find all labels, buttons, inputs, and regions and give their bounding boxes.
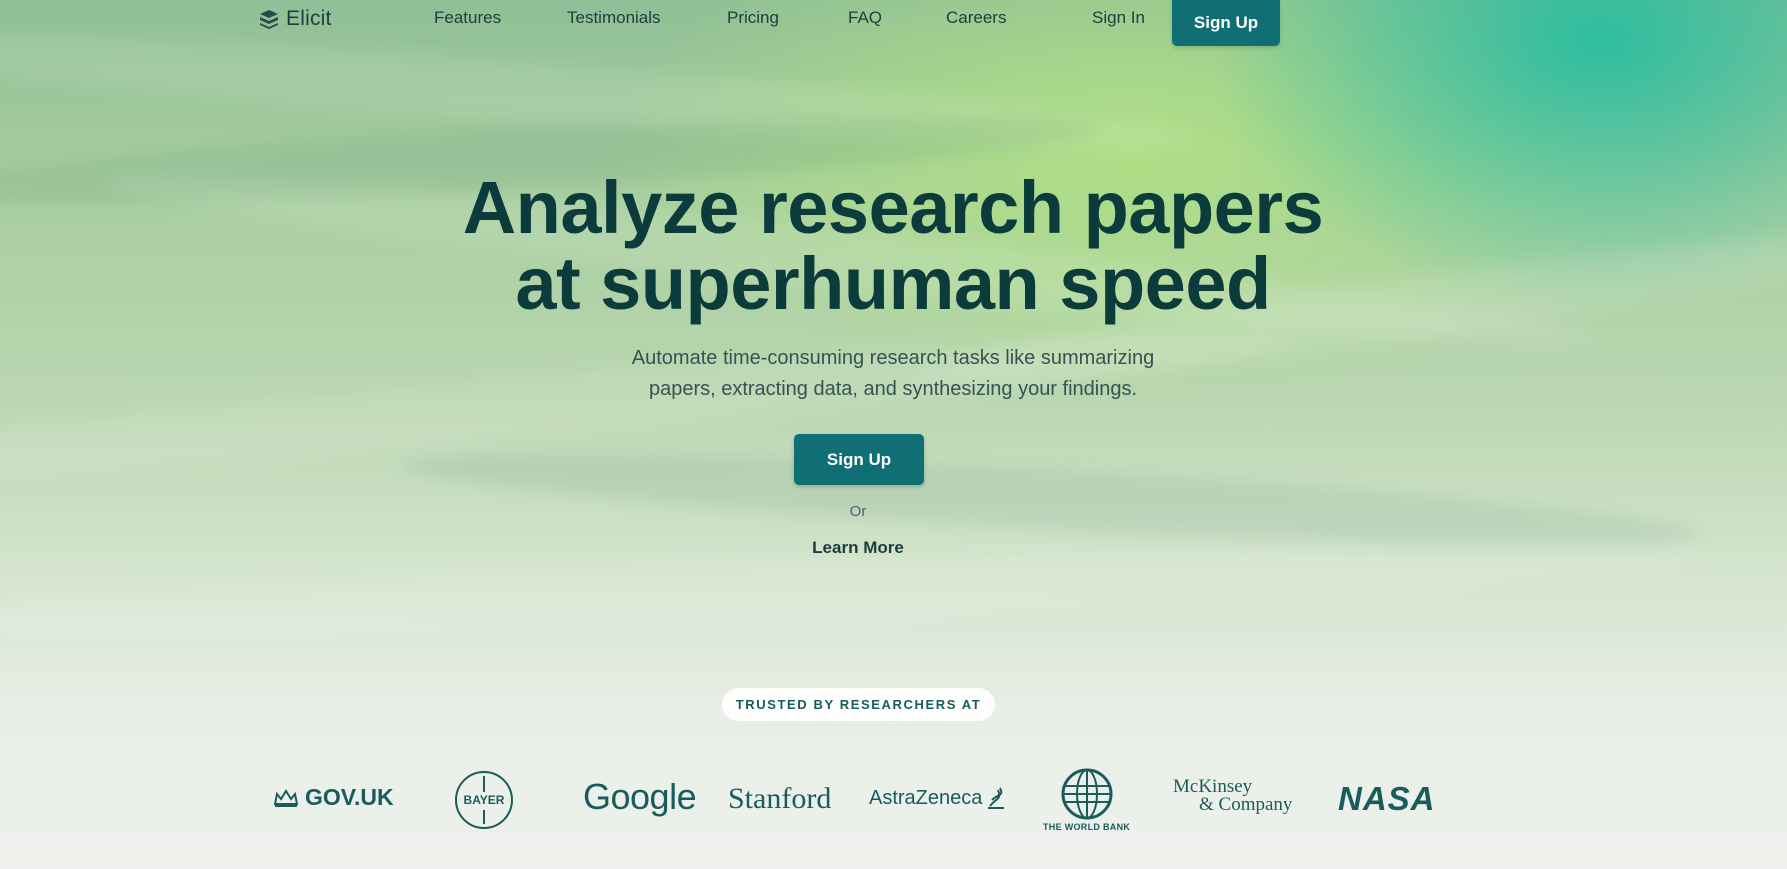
hero-title-line-1: Analyze research papers [462,166,1324,249]
logo-world-bank: THE WORLD BANK [1043,768,1130,832]
stacked-layers-icon [260,10,278,29]
trusted-badge: TRUSTED BY RESEARCHERS AT [722,688,995,721]
nav-link-pricing[interactable]: Pricing [727,8,779,28]
logo-nasa-text: NASA [1338,780,1436,817]
hero-subtitle: Automate time-consuming research tasks l… [563,343,1223,405]
logo-stanford-text: Stanford [728,782,832,815]
logo-bayer-text: BAYER [464,793,505,807]
logo-govuk-text: GOV.UK [305,784,394,810]
logo-govuk: GOV.UK [273,784,394,811]
logo-bayer: BAYER [454,770,514,830]
top-nav: Elicit Features Testimonials Pricing FAQ… [0,0,1787,48]
nav-link-testimonials[interactable]: Testimonials [567,8,661,28]
or-separator: Or [849,503,867,520]
logo-mckinsey-line-2: & Company [1199,794,1293,815]
hero-subtitle-line-1: Automate time-consuming research tasks l… [631,347,1155,369]
learn-more-link[interactable]: Learn More [0,538,1716,558]
bayer-cross-icon: BAYER [455,771,513,829]
logo-world-bank-text: THE WORLD BANK [1043,822,1131,832]
hero-sign-up-button[interactable]: Sign Up [794,434,924,485]
logo-nasa: NASA [1338,780,1436,818]
astrazeneca-swirl-icon [988,787,1005,809]
logo-stanford: Stanford [728,782,831,816]
logo-astrazeneca: AstraZeneca [869,786,1006,810]
nav-sign-up-button[interactable]: Sign Up [1172,0,1280,46]
crown-icon [273,788,299,807]
nav-link-features[interactable]: Features [434,8,501,28]
hero-title-line-2: at superhuman speed [515,242,1271,325]
logo-mckinsey: McKinsey & Company [1173,777,1293,815]
nav-link-careers[interactable]: Careers [946,8,1006,28]
hero-subtitle-line-2: papers, extracting data, and synthesizin… [648,378,1138,400]
brand-logo[interactable]: Elicit [258,6,332,32]
brand-name: Elicit [286,7,332,30]
logo-google-text: Google [583,776,697,817]
hero-title: Analyze research papers at superhuman sp… [393,170,1393,322]
nav-link-sign-in[interactable]: Sign In [1092,8,1145,28]
nav-link-faq[interactable]: FAQ [848,8,882,28]
logo-astrazeneca-text: AstraZeneca [869,786,983,809]
logo-google: Google [583,776,697,818]
globe-icon [1061,768,1113,820]
